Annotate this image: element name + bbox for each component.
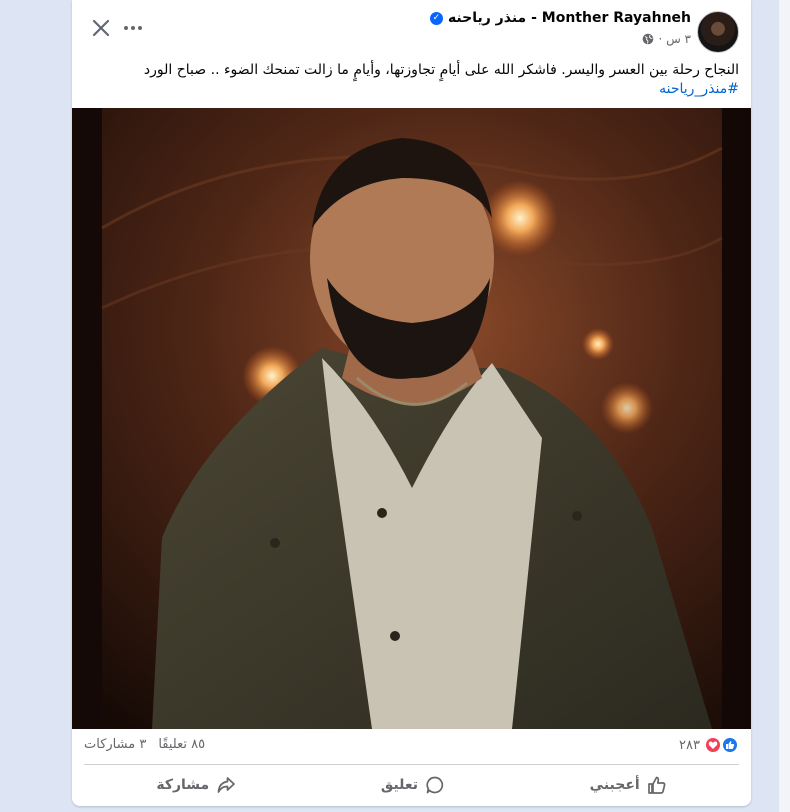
comment-count[interactable]: ٨٥ تعليقًا [158, 737, 205, 752]
post-text: النجاح رحلة بين العسر واليسر. فاشكر الله… [89, 61, 739, 99]
comment-label: تعليق [380, 777, 419, 793]
post-body: النجاح رحلة بين العسر واليسر. فاشكر الله… [143, 62, 739, 78]
share-count[interactable]: ٣ مشاركات [84, 737, 146, 752]
love-icon [704, 736, 722, 754]
globe-icon [643, 33, 654, 45]
more-options-button[interactable] [118, 14, 148, 42]
portrait-photo [72, 108, 751, 729]
comment-button[interactable]: تعليق [381, 775, 445, 795]
comment-icon [426, 776, 444, 794]
verified-icon: ✓ [429, 11, 443, 25]
comment-share-counts: ٨٥ تعليقًا ٣ مشاركات [84, 737, 205, 752]
like-label: أعجبني [589, 777, 640, 793]
engagement-counts: ٢٨٣ ٨٥ تعليقًا ٣ مشاركات [72, 736, 751, 758]
like-icon [721, 736, 739, 754]
share-label: مشاركة [156, 777, 210, 793]
author-name[interactable]: Monther Rayahneh - منذر رياحنه [448, 10, 691, 26]
page-scrollbar[interactable] [779, 0, 790, 812]
post-card: Monther Rayahneh - منذر رياحنه ✓ ٣ س · ا… [72, 0, 751, 806]
divider [84, 764, 739, 765]
share-icon [217, 777, 236, 793]
reaction-count[interactable]: ٢٨٣ [679, 738, 700, 753]
post-author[interactable]: Monther Rayahneh - منذر رياحنه ✓ [429, 10, 691, 26]
more-icon [138, 26, 142, 30]
action-bar: أعجبني تعليق مشاركة [84, 768, 739, 802]
close-icon[interactable] [88, 15, 114, 41]
post-hashtag[interactable]: #منذر_رياحنه [89, 80, 739, 99]
reaction-summary[interactable]: ٢٨٣ [679, 736, 739, 754]
post-photo[interactable] [72, 108, 751, 729]
post-time[interactable]: ٣ س · [658, 32, 691, 46]
author-avatar[interactable] [697, 11, 739, 53]
post-meta: ٣ س · [642, 32, 691, 46]
thumbs-up-icon [647, 776, 666, 794]
like-button[interactable]: أعجبني [590, 775, 667, 795]
share-button[interactable]: مشاركة [156, 775, 236, 795]
